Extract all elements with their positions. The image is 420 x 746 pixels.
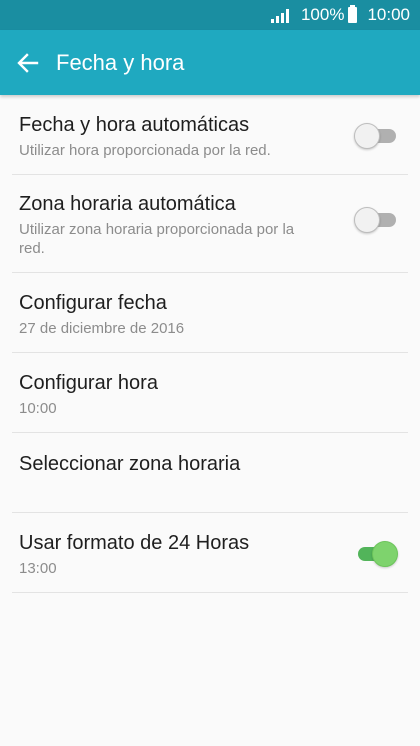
setting-summary: Utilizar zona horaria proporcionada por … [19,221,295,257]
setting-label: Seleccionar zona horaria [19,453,241,475]
auto-timezone-switch[interactable] [354,207,398,233]
setting-summary: 10:00 [19,400,57,417]
setting-set-time[interactable]: Configurar hora 10:00 [12,353,408,433]
setting-summary: 27 de diciembre de 2016 [19,320,185,337]
app-bar: Fecha y hora [0,30,420,95]
battery-percent: 100% [300,5,345,24]
auto-date-time-switch[interactable] [354,123,398,149]
setting-summary: Utilizar hora proporcionada por la red. [19,142,271,159]
setting-label: Fecha y hora automáticas [19,114,250,136]
setting-select-timezone[interactable]: Seleccionar zona horaria [12,433,408,513]
setting-label: Zona horaria automática [19,193,236,215]
setting-24-hour-format[interactable]: Usar formato de 24 Horas 13:00 [12,513,408,593]
setting-set-date[interactable]: Configurar fecha 27 de diciembre de 2016 [12,273,408,353]
settings-list: Fecha y hora automáticas Utilizar hora p… [0,95,420,593]
setting-label: Configurar hora [19,372,158,394]
page-title: Fecha y hora [56,49,185,75]
signal-icon [270,8,289,23]
24-hour-format-switch[interactable] [354,541,398,567]
status-time: 10:00 [367,5,410,24]
setting-summary: 13:00 [19,560,57,577]
setting-auto-timezone[interactable]: Zona horaria automática Utilizar zona ho… [12,175,408,273]
back-arrow-icon [17,52,39,73]
status-bar: 100% 10:00 [0,0,420,30]
back-button[interactable] [0,30,56,95]
setting-auto-date-time[interactable]: Fecha y hora automáticas Utilizar hora p… [12,95,408,175]
setting-label: Configurar fecha [19,292,167,314]
battery-icon [348,5,358,23]
setting-label: Usar formato de 24 Horas [19,532,250,554]
